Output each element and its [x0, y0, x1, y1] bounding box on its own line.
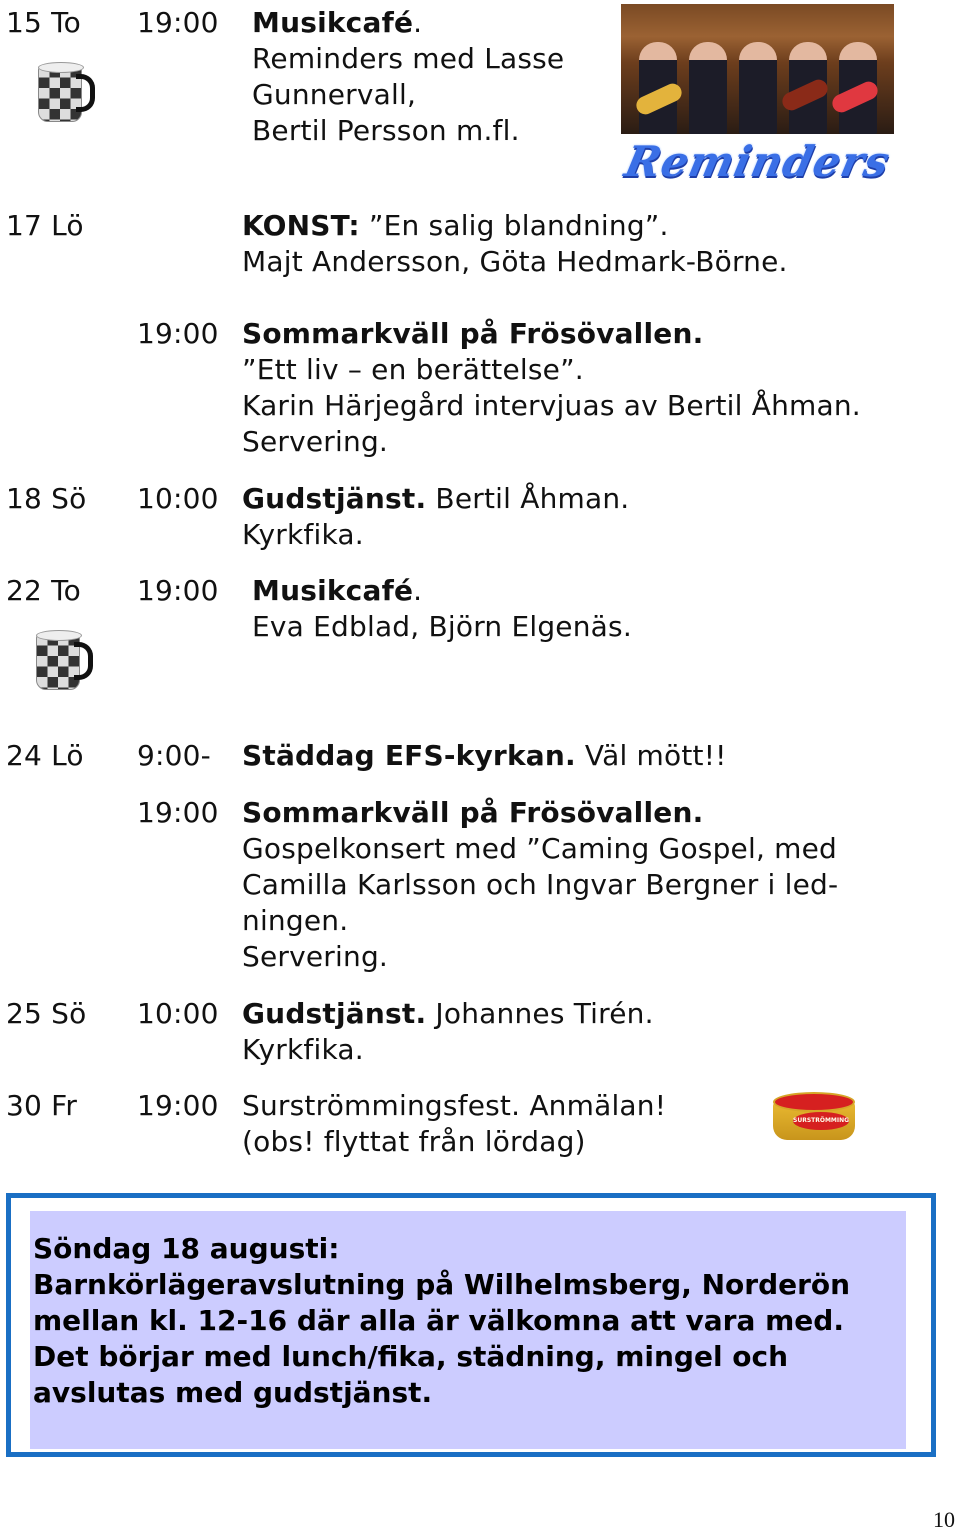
event-title-line: Musikcafé. — [252, 573, 422, 609]
band-photo — [621, 4, 894, 134]
event-day: 24 Lö — [6, 739, 84, 772]
event-title-rest: Väl mött!! — [575, 739, 727, 772]
event-title-line: Städdag EFS-kyrkan. Väl mött!! — [242, 738, 727, 774]
event-title: Sommarkväll på Frösövallen. — [242, 796, 704, 829]
event-day: 18 Sö — [6, 482, 87, 515]
event-detail: Gunnervall, — [252, 78, 417, 111]
event-title-line: Musikcafé. — [252, 5, 422, 41]
page-number: 10 — [933, 1507, 955, 1532]
event-day: 25 Sö — [6, 997, 87, 1030]
event-title: Gudstjänst. — [242, 997, 427, 1030]
event-title: Musikcafé — [252, 6, 414, 39]
event-title-suffix: . — [413, 574, 423, 607]
surstromming-can-icon: SURSTRÖMMING — [773, 1092, 855, 1144]
event-title-suffix: . — [413, 6, 423, 39]
event-detail: Karin Härjegård intervjuas av Bertil Åhm… — [242, 389, 861, 422]
event-title-rest: Bertil Åhman. — [426, 482, 630, 515]
event-time: 19:00 — [137, 317, 219, 350]
event-time: 19:00 — [137, 574, 219, 607]
event-detail: Majt Andersson, Göta Hedmark-Börne. — [242, 245, 788, 278]
event-detail: Servering. — [242, 425, 389, 458]
event-title: Gudstjänst. — [242, 482, 427, 515]
event-time: 19:00 — [137, 6, 219, 39]
event-detail: ”Ett liv – en berättelse”. — [242, 353, 584, 386]
event-title: Surströmmingsfest. Anmälan! — [242, 1089, 667, 1122]
event-detail: Kyrkfika. — [242, 518, 364, 551]
event-title-rest: Johannes Tirén. — [426, 997, 654, 1030]
event-time: 19:00 — [137, 796, 219, 829]
event-detail: Camilla Karlsson och Ingvar Bergner i le… — [242, 868, 839, 901]
event-title: Sommarkväll på Frösövallen. — [242, 317, 704, 350]
event-time: 10:00 — [137, 482, 219, 515]
event-title: Musikcafé — [252, 574, 414, 607]
can-label: SURSTRÖMMING — [793, 1112, 849, 1130]
notice-box-inner: Söndag 18 augusti: Barnkörlägeravslutnin… — [30, 1211, 906, 1449]
event-day: 15 To — [6, 6, 82, 39]
event-day: 17 Lö — [6, 209, 84, 242]
event-detail: Bertil Persson m.fl. — [252, 114, 520, 147]
event-day: 22 To — [6, 574, 82, 607]
event-detail: (obs! flyttat från lördag) — [242, 1125, 586, 1158]
event-detail: Eva Edblad, Björn Elgenäs. — [252, 610, 632, 643]
event-day: 30 Fr — [6, 1089, 78, 1122]
event-detail: ningen. — [242, 904, 349, 937]
event-time: 19:00 — [137, 1089, 219, 1122]
event-title: Städdag EFS-kyrkan. — [242, 739, 576, 772]
notice-line: avslutas med gudstjänst. — [33, 1376, 433, 1409]
event-title-line: Gudstjänst. Bertil Åhman. — [242, 481, 629, 517]
event-title-line: KONST: ”En salig blandning”. — [242, 208, 669, 244]
event-time: 9:00- — [137, 739, 211, 772]
event-title: KONST: — [242, 209, 360, 242]
event-title-line: Gudstjänst. Johannes Tirén. — [242, 996, 654, 1032]
event-detail: Reminders med Lasse — [252, 42, 565, 75]
notice-line: Barnkörlägeravslutning på Wilhelmsberg, … — [33, 1268, 851, 1301]
coffee-mug-icon — [34, 60, 98, 124]
notice-heading: Söndag 18 augusti: — [33, 1232, 340, 1265]
reminders-band-image: Reminders — [621, 4, 895, 186]
notice-line: Det börjar med lunch/fika, städning, min… — [33, 1340, 789, 1373]
reminders-logo: Reminders — [620, 137, 895, 186]
notice-box: Söndag 18 augusti: Barnkörlägeravslutnin… — [6, 1193, 936, 1457]
event-title-rest: ”En salig blandning”. — [359, 209, 669, 242]
notice-line: mellan kl. 12-16 där alla är välkomna at… — [33, 1304, 844, 1337]
event-detail: Kyrkfika. — [242, 1033, 364, 1066]
coffee-mug-icon — [32, 628, 96, 692]
event-detail: Gospelkonsert med ”Caming Gospel, med — [242, 832, 838, 865]
event-detail: Servering. — [242, 940, 389, 973]
event-time: 10:00 — [137, 997, 219, 1030]
